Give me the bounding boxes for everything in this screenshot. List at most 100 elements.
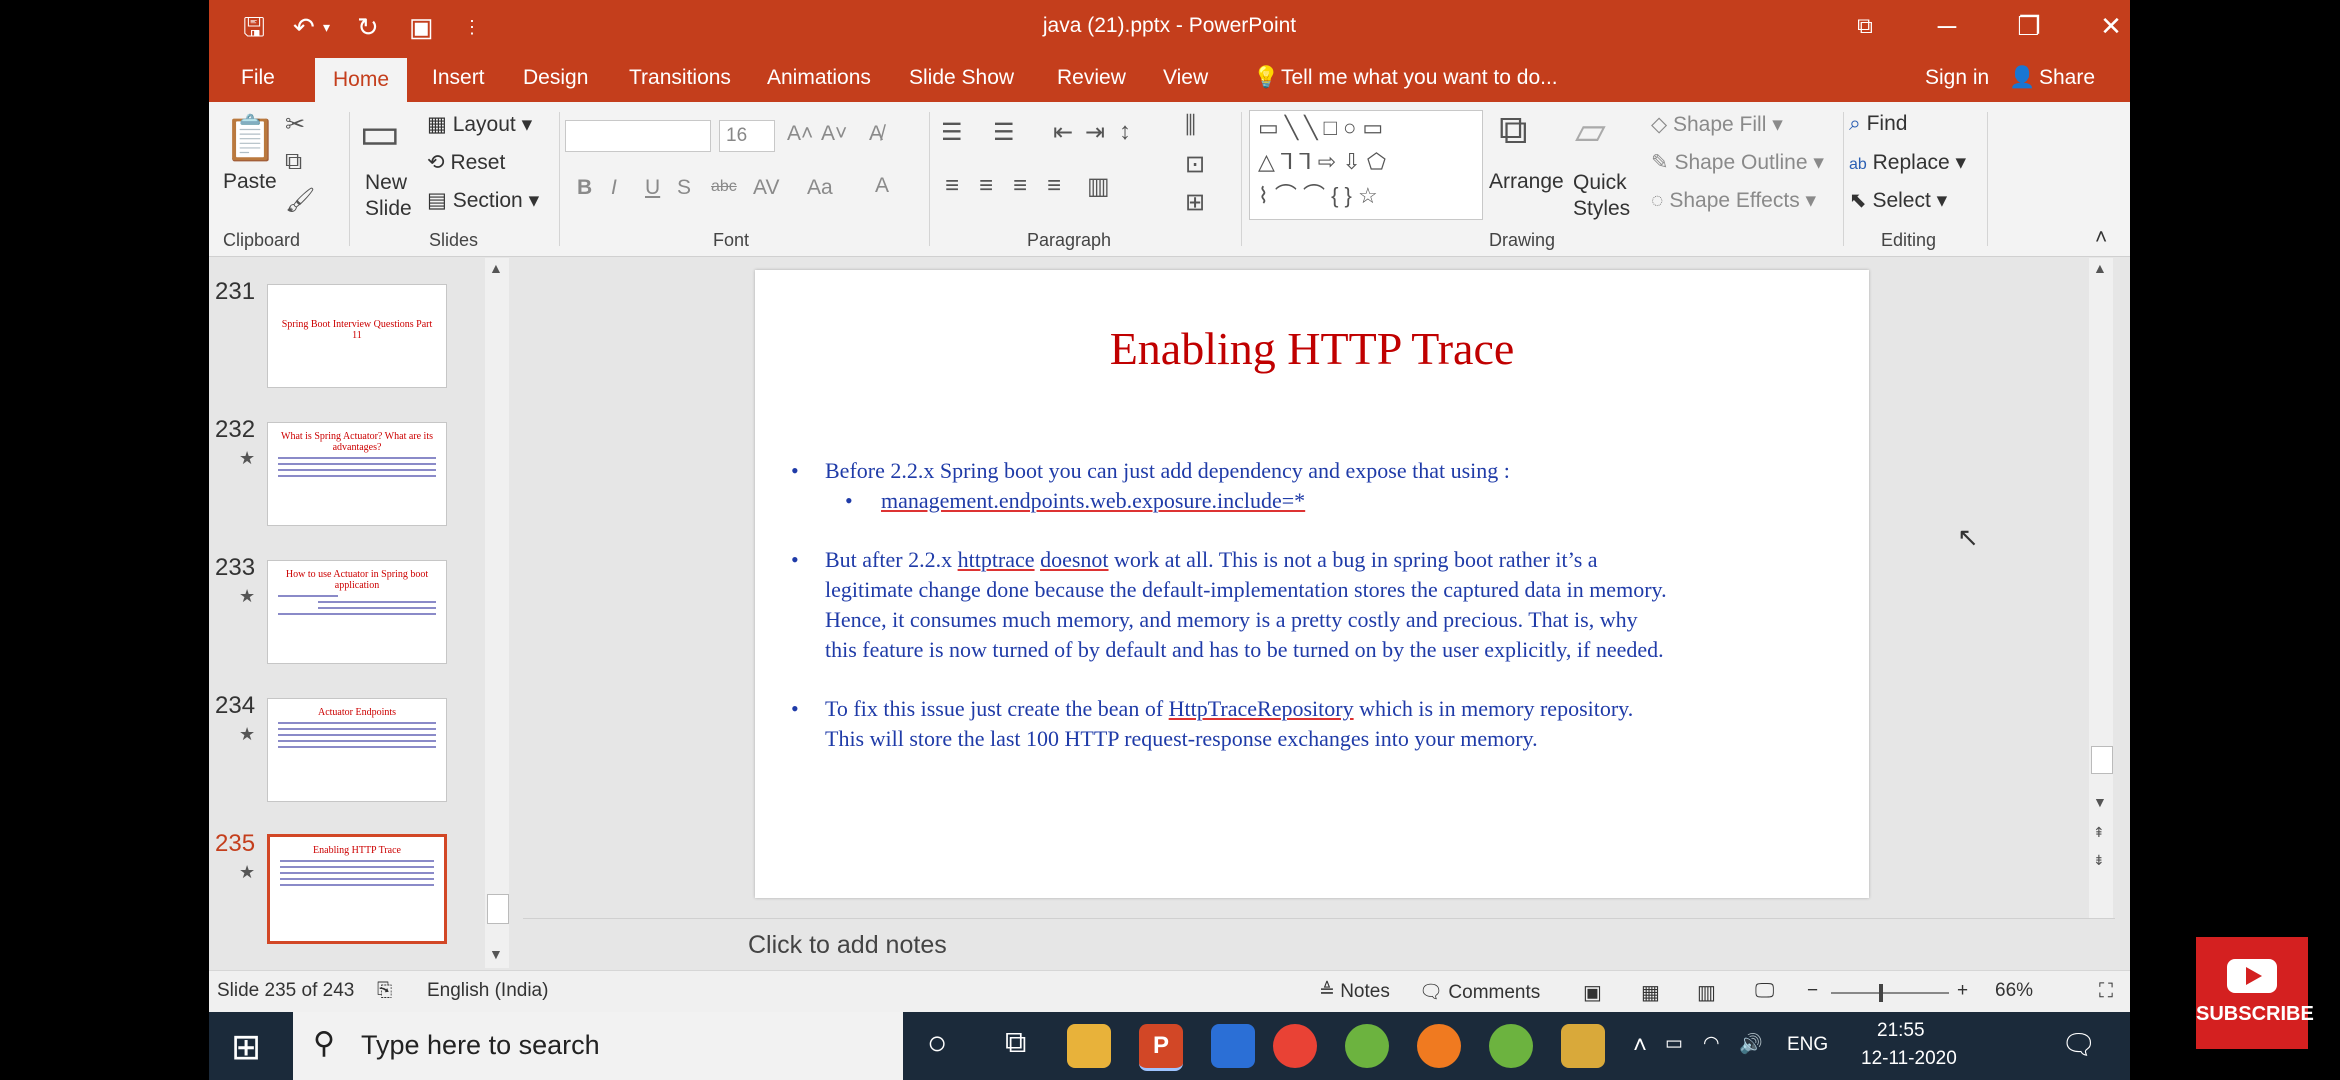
numbering-icon[interactable]: ☰ [993,118,1015,147]
tab-file[interactable]: File [241,66,275,90]
grow-font-icon[interactable]: A˄ [787,122,813,146]
close-button[interactable]: ✕ [2091,10,2130,42]
shapes-gallery[interactable]: ▭ ╲ ╲ □ ○ ▭ △ ⅂ ⅂ ⇨ ⇩ ⬠ ⌇ ⌒ ⌒ { } ☆ [1249,110,1483,220]
spelling-check-icon[interactable]: ⎘ [377,980,392,1002]
find-button[interactable]: ⌕ Find [1849,112,1907,136]
slide-canvas[interactable]: Enabling HTTP Trace • Before 2.2.x Sprin… [755,270,1869,898]
tab-home[interactable]: Home [315,58,408,102]
paste-icon[interactable]: 📋 [223,112,278,164]
tell-me-search[interactable]: Tell me what you want to do... [1281,66,1558,90]
align-text-icon[interactable]: ⊡ [1185,150,1205,179]
justify-icon[interactable]: ≡ [1047,172,1061,200]
zoom-in-icon[interactable]: + [1957,980,1968,1002]
input-language[interactable]: ENG [1787,1034,1828,1056]
columns-icon[interactable]: ▥ [1087,172,1110,201]
slide-thumbnail-selected[interactable]: Enabling HTTP Trace [267,834,447,944]
bullet-2-line-1[interactable]: But after 2.2.x httptrace doesnot work a… [825,545,1598,575]
format-painter-icon[interactable]: 🖌 [285,186,315,215]
shape-effects-button[interactable]: ◌ Shape Effects ▾ [1651,188,1816,213]
slide-title[interactable]: Enabling HTTP Trace [755,322,1869,375]
fit-slide-icon[interactable]: ⛶ [2099,980,2113,1003]
postman-icon[interactable] [1417,1024,1461,1068]
bullet-1[interactable]: Before 2.2.x Spring boot you can just ad… [825,456,1510,486]
tray-overflow-icon[interactable]: ˄ [1633,1032,1647,1060]
volume-icon[interactable]: 🔊 [1739,1032,1763,1056]
tab-insert[interactable]: Insert [432,66,485,90]
copy-icon[interactable]: ⧉ [285,148,302,176]
next-slide-icon[interactable]: ⇟ [2093,852,2105,869]
slide-sorter-icon[interactable]: ▦ [1641,980,1660,1005]
youtube-subscribe-overlay[interactable]: SUBSCRIBE [2196,937,2314,1049]
thumbnails-scrollbar[interactable]: ▲ ▼ [485,258,509,968]
minimize-button[interactable]: ─ [1927,10,1967,42]
paste-button[interactable]: Paste [223,170,277,194]
clock-date[interactable]: 12-11-2020 [1861,1048,1957,1070]
shadow-button[interactable]: S [677,176,691,200]
bullet-1-sub[interactable]: management.endpoints.web.exposure.includ… [881,486,1305,516]
chrome-icon[interactable] [1273,1024,1317,1068]
new-slide-icon[interactable]: ▭ [359,108,401,159]
shape-fill-button[interactable]: ◇ Shape Fill ▾ [1651,112,1783,137]
slide-thumbnail[interactable]: What is Spring Actuator? What are its ad… [267,422,447,526]
quick-styles-icon[interactable]: ▱ [1575,108,1606,154]
zoom-out-icon[interactable]: − [1807,980,1818,1002]
scroll-up-icon[interactable]: ▲ [2093,260,2107,276]
notifications-icon[interactable]: 🗨 [2061,1028,2097,1061]
quick-styles-button[interactable]: Quick Styles [1573,170,1633,222]
shrink-font-icon[interactable]: A˅ [821,122,847,146]
share-button[interactable]: Share [2039,66,2095,90]
underline-button[interactable]: U [645,176,660,200]
scroll-up-icon[interactable]: ▲ [489,260,503,276]
strikethrough-button[interactable]: abc [711,178,737,196]
collapse-ribbon-icon[interactable]: ˄ [2095,226,2107,250]
slide-thumbnail[interactable]: How to use Actuator in Spring boot appli… [267,560,447,664]
replace-button[interactable]: ab Replace ▾ [1849,150,1966,175]
smartart-icon[interactable]: ⊞ [1185,188,1205,217]
notes-pane[interactable]: Click to add notes [523,918,2115,969]
increase-indent-icon[interactable]: ⇥ [1085,118,1105,147]
restore-button[interactable]: ❐ [2009,10,2049,42]
tab-slide-show[interactable]: Slide Show [909,66,1014,90]
select-button[interactable]: ⬉ Select ▾ [1849,188,1947,213]
wifi-icon[interactable]: ◠ [1703,1032,1720,1055]
tab-view[interactable]: View [1163,66,1208,90]
language-status[interactable]: English (India) [427,980,548,1002]
layout-button[interactable]: ▦ Layout ▾ [427,112,532,137]
clear-format-icon[interactable]: A̸ [869,122,883,146]
new-slide-button[interactable]: New Slide [365,170,425,222]
shape-outline-button[interactable]: ✎ Shape Outline ▾ [1651,150,1824,175]
file-explorer-icon[interactable] [1067,1024,1111,1068]
zoom-level[interactable]: 66% [1995,980,2033,1002]
zoom-slider-thumb[interactable] [1879,984,1883,1002]
line-spacing-icon[interactable]: ↕ [1119,118,1131,146]
zoom-slider[interactable] [1831,984,1949,1002]
notes-placeholder[interactable]: Click to add notes [748,931,947,960]
arrange-button[interactable]: Arrange [1489,170,1564,194]
spring-tool-icon[interactable] [1345,1024,1389,1068]
normal-view-icon[interactable]: ▣ [1583,980,1602,1005]
cut-icon[interactable]: ✂ [285,110,305,139]
reading-view-icon[interactable]: ▥ [1697,980,1716,1005]
scroll-down-icon[interactable]: ▼ [2093,794,2107,810]
bullet-2-line-2[interactable]: legitimate change done because the defau… [825,575,1667,605]
comments-toggle-button[interactable]: 🗨 Comments [1419,980,1540,1004]
slide-thumbnail[interactable]: Actuator Endpoints [267,698,447,802]
clock-time[interactable]: 21:55 [1877,1020,1925,1042]
tab-design[interactable]: Design [523,66,588,90]
previous-slide-icon[interactable]: ⇞ [2093,824,2105,841]
align-left-icon[interactable]: ≡ [945,172,959,200]
font-size-field[interactable]: 16 [719,120,775,152]
notepad-icon[interactable] [1561,1024,1605,1068]
tab-review[interactable]: Review [1057,66,1126,90]
ribbon-display-options-button[interactable]: ⧉ [1845,10,1885,42]
slide-thumbnail[interactable]: Spring Boot Interview Questions Part 11 [267,284,447,388]
powerpoint-taskbar-icon[interactable]: P [1139,1024,1183,1071]
notes-toggle-button[interactable]: ≜ Notes [1319,980,1390,1003]
font-name-field[interactable] [565,120,711,152]
reset-button[interactable]: ⟲ Reset [427,150,505,175]
tab-transitions[interactable]: Transitions [629,66,731,90]
bullets-icon[interactable]: ☰ [941,118,963,147]
bullet-3-line-1[interactable]: To fix this issue just create the bean o… [825,694,1633,724]
decrease-indent-icon[interactable]: ⇤ [1053,118,1073,147]
italic-button[interactable]: I [611,176,617,200]
